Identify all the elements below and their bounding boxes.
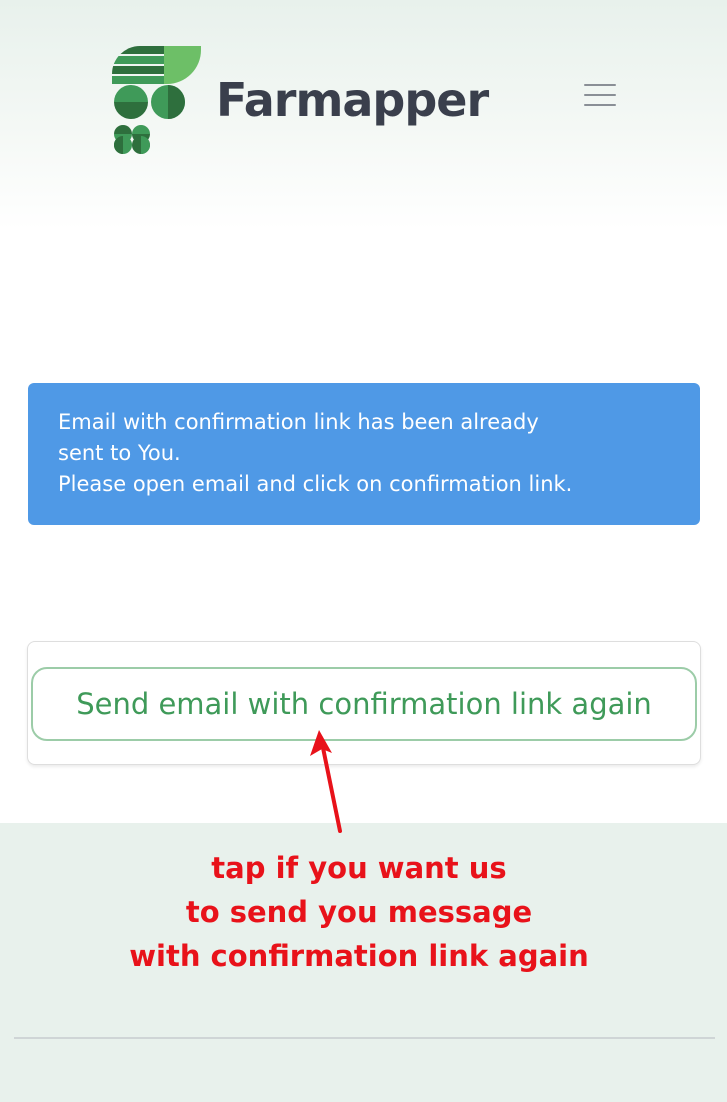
header: Farmapper	[0, 0, 727, 230]
page: Farmapper Email with confirmation link h…	[0, 0, 727, 1102]
annotation-line-3: with confirmation link again	[129, 939, 589, 973]
menu-line	[584, 84, 616, 86]
menu-line	[584, 94, 616, 96]
resend-confirmation-button[interactable]: Send email with confirmation link again	[31, 667, 697, 741]
annotation-line-2: to send you message	[185, 895, 533, 929]
red-arrow-icon	[310, 730, 342, 833]
brand-name[interactable]: Farmapper	[216, 70, 489, 130]
info-alert: Email with confirmation link has been al…	[28, 383, 700, 525]
annotation-text: tap if you want us to send you message w…	[0, 846, 718, 978]
hamburger-menu-button[interactable]	[582, 80, 618, 110]
menu-line	[584, 104, 616, 106]
footer-divider	[14, 1037, 715, 1039]
alert-line-3: Please open email and click on confirmat…	[58, 472, 573, 496]
annotation-line-1: tap if you want us	[211, 851, 507, 885]
alert-line-1: Email with confirmation link has been al…	[58, 410, 539, 434]
farmapper-logo-icon[interactable]	[112, 46, 202, 154]
alert-line-2: sent to You.	[58, 441, 181, 465]
